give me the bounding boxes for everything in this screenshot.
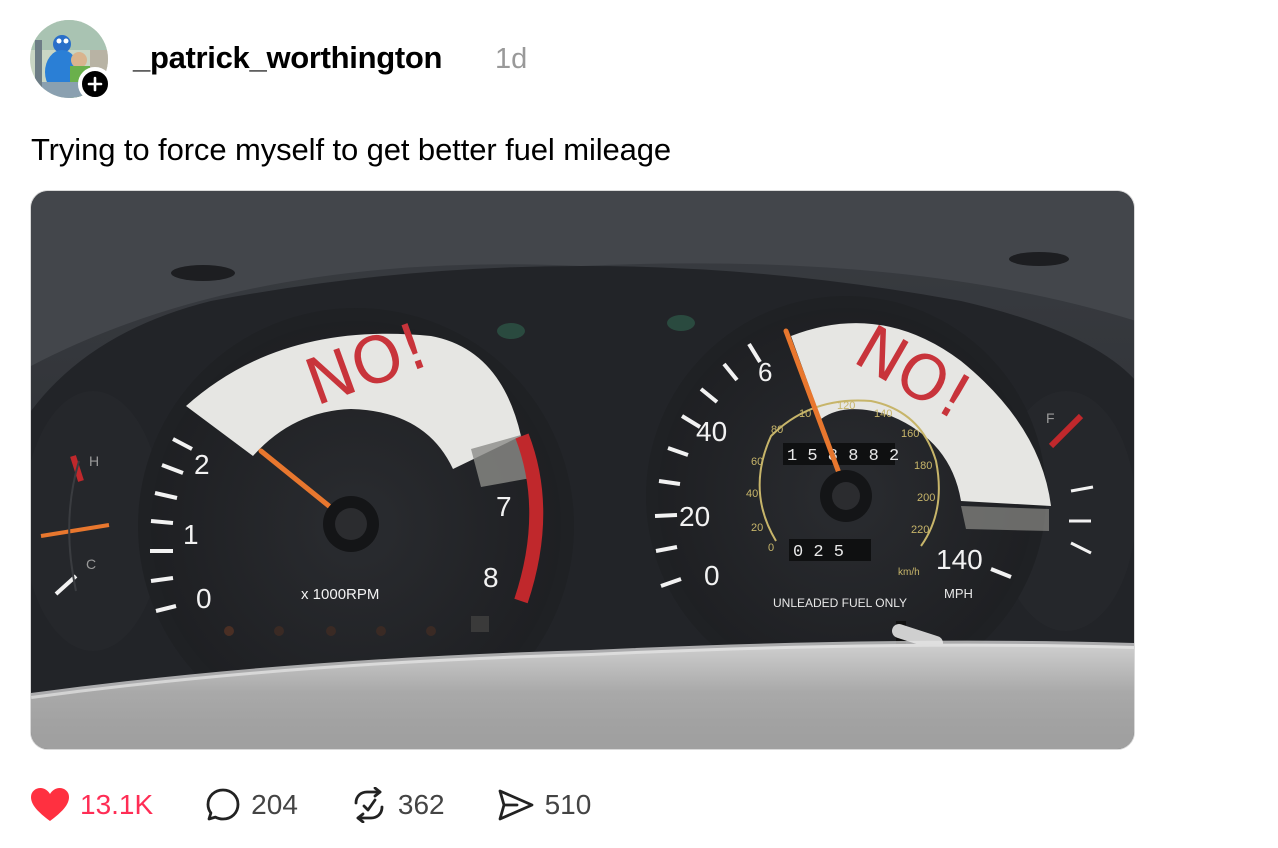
tach-num-7: 7 [496, 491, 512, 522]
tach-num-2: 2 [194, 449, 210, 480]
repost-icon [350, 787, 388, 823]
plus-icon [87, 76, 103, 92]
dashboard-photo: NO! NO! 0 1 2 7 8 x 1000RPM 0 20 40 6 14… [31, 191, 1134, 749]
post-caption: Trying to force myself to get better fue… [31, 132, 672, 167]
fuel-full-label: F [1046, 410, 1055, 426]
temp-cold-label: C [86, 556, 96, 572]
kmh-160: 160 [901, 428, 919, 440]
post-photo[interactable]: NO! NO! 0 1 2 7 8 x 1000RPM 0 20 40 6 14… [30, 190, 1135, 750]
action-bar: 13.1K 204 362 510 [30, 780, 643, 830]
fuel-warning-label: UNLEADED FUEL ONLY [773, 596, 907, 610]
temp-hot-label: H [89, 453, 99, 469]
heart-icon [30, 787, 70, 823]
speedo-mph-140: 140 [936, 544, 983, 575]
kmh-140: 140 [874, 408, 892, 420]
share-count: 510 [544, 789, 592, 820]
tach-num-8: 8 [483, 562, 499, 593]
kmh-0: 0 [768, 542, 774, 554]
kmh-180: 180 [914, 460, 932, 472]
like-count: 13.1K [80, 789, 154, 820]
kmh-40: 40 [746, 488, 758, 500]
repost-count: 362 [397, 789, 445, 820]
kmh-20: 20 [751, 522, 763, 534]
speedo-mph-20: 20 [679, 501, 710, 532]
comment-icon [205, 787, 241, 823]
username[interactable]: _patrick_worthington [133, 40, 443, 76]
speedo-mph-60: 6 [758, 357, 772, 387]
comment-count: 204 [251, 789, 298, 820]
repost-button[interactable]: 362 [350, 787, 445, 823]
timestamp: 1d [495, 43, 528, 75]
comment-button[interactable]: 204 [205, 787, 298, 823]
speedo-mph-0: 0 [704, 560, 720, 591]
kmh-200: 200 [917, 492, 935, 504]
odometer: 1 5 8 8 8 2 [787, 447, 899, 466]
mph-label: MPH [944, 586, 973, 601]
share-button[interactable]: 510 [497, 787, 592, 823]
tach-num-0: 0 [196, 583, 212, 614]
kmh-220: 220 [911, 524, 929, 536]
trip-odometer: 0 2 5 [793, 543, 844, 562]
send-icon [497, 787, 535, 823]
tach-unit-label: x 1000RPM [301, 586, 379, 603]
speedo-mph-40: 40 [696, 416, 727, 447]
like-button[interactable]: 13.1K [30, 787, 153, 823]
follow-button[interactable] [78, 67, 112, 101]
avatar-wrap[interactable] [30, 20, 112, 101]
post-header: _patrick_worthington 1d [30, 18, 527, 101]
kmh-label: km/h [898, 567, 920, 578]
tach-num-1: 1 [183, 519, 199, 550]
